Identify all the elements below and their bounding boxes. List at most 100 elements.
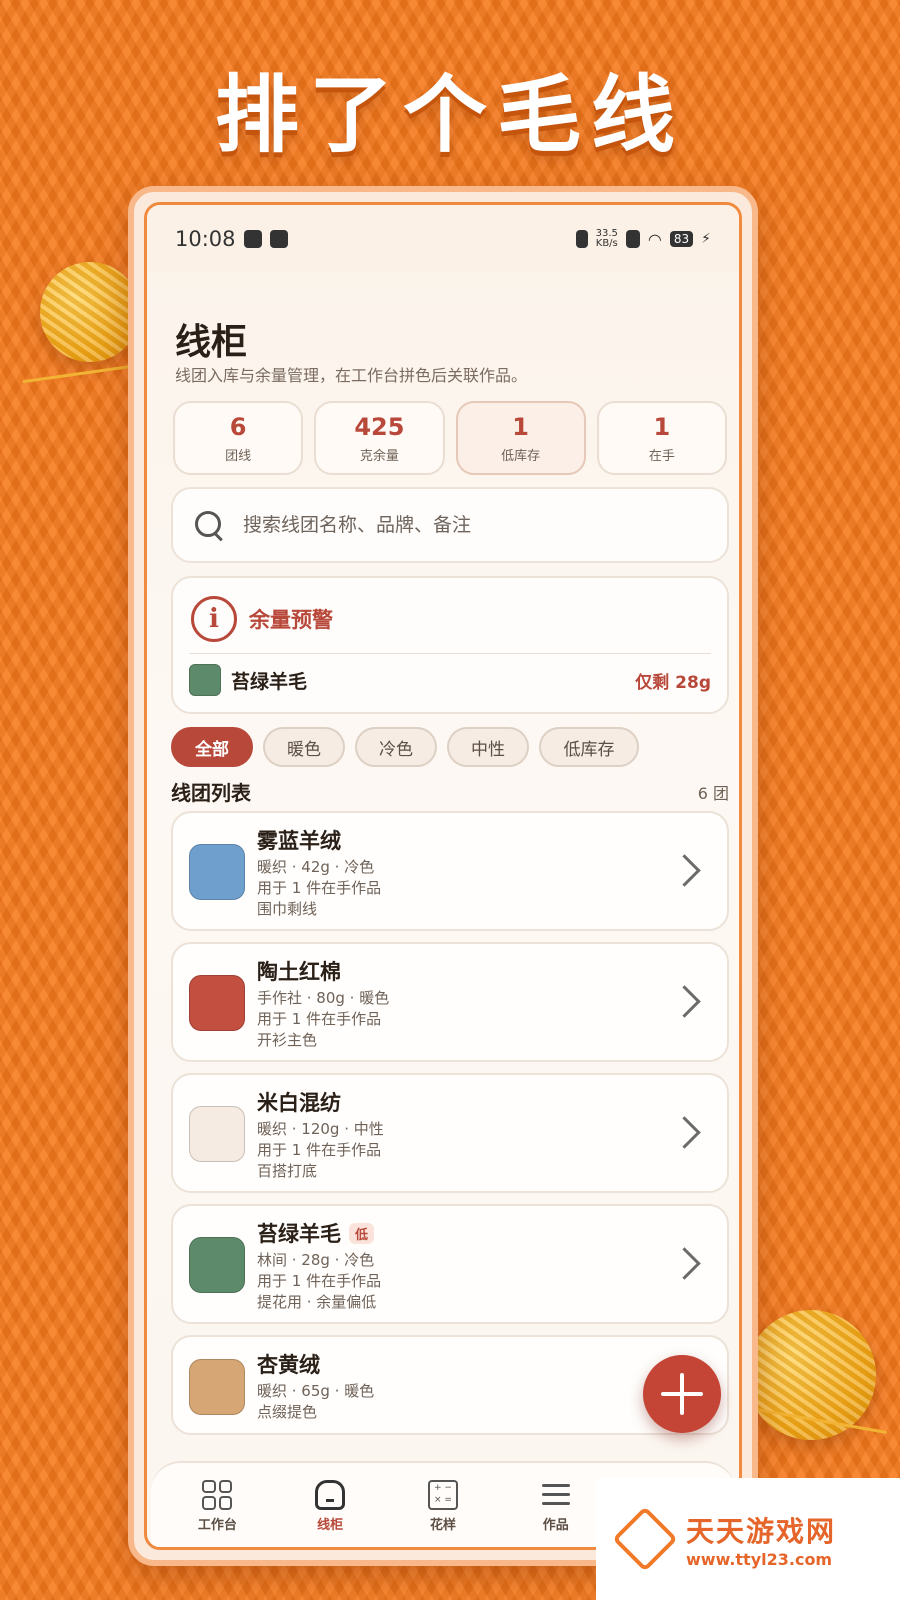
- filter-chip-all[interactable]: 全部: [171, 727, 253, 767]
- phone-frame: 10:08 33.5 KB/s ◠ 83 ⚡ 线柜 线团入库与余量管理，在工作台…: [128, 186, 758, 1566]
- alert-title: 余量预警: [249, 608, 333, 632]
- yarn-name: 杏黄绒: [257, 1353, 320, 1377]
- nav-item-yarn-cabinet[interactable]: 线柜: [280, 1479, 380, 1533]
- color-swatch: [189, 1237, 245, 1293]
- stat-label: 克余量: [359, 448, 399, 464]
- chevron-right-icon[interactable]: [673, 986, 701, 1014]
- watermark-url: www.ttyl23.com: [686, 1549, 833, 1569]
- nav-item-works[interactable]: 作品: [506, 1480, 606, 1533]
- network-speed-unit: KB/s: [595, 238, 618, 249]
- chevron-right-icon[interactable]: [673, 1248, 701, 1276]
- yarn-card[interactable]: 雾蓝羊绒 暖织 · 42g · 冷色 用于 1 件在手作品 围巾剩线: [171, 811, 729, 931]
- yarn-name: 米白混纺: [257, 1091, 341, 1115]
- yarn-ball-decoration-left: [40, 262, 140, 362]
- calculator-icon: + − × =: [427, 1479, 458, 1510]
- divider: [189, 653, 711, 654]
- stat-value: 425: [354, 412, 405, 441]
- sim-off-icon: [625, 230, 640, 248]
- color-swatch: [189, 664, 221, 696]
- search-icon: [193, 509, 225, 541]
- yarn-note: 围巾剩线: [257, 900, 318, 918]
- headline: 排了个毛线: [214, 66, 685, 164]
- app-notification-icon: [269, 230, 288, 248]
- yarn-card[interactable]: 米白混纺 暖织 · 120g · 中性 用于 1 件在手作品 百搭打底: [171, 1073, 729, 1193]
- yarn-meta: 林间 · 28g · 冷色: [257, 1251, 375, 1269]
- yarn-usage: 用于 1 件在手作品: [257, 1141, 382, 1159]
- low-stock-badge: 低: [349, 1222, 375, 1244]
- filter-chip-cool[interactable]: 冷色: [355, 727, 437, 767]
- nav-label: 线柜: [317, 1517, 344, 1533]
- nav-label: 工作台: [197, 1517, 237, 1533]
- status-bar: 10:08 33.5 KB/s ◠ 83 ⚡: [147, 205, 739, 273]
- stat-card-grams-remaining[interactable]: 425 克余量: [314, 401, 445, 475]
- filter-chips: 全部 暖色 冷色 中性 低库存: [171, 727, 639, 767]
- battery-icon: 83: [669, 231, 694, 247]
- color-swatch: [189, 1106, 245, 1162]
- list-header: 线团列表 6 团: [171, 777, 729, 806]
- search-bar[interactable]: [171, 487, 729, 563]
- yarn-usage: 用于 1 件在手作品: [257, 879, 382, 897]
- stat-card-yarn-count[interactable]: 6 团线: [173, 401, 304, 475]
- home-icon: [315, 1479, 346, 1510]
- stat-label: 低库存: [501, 448, 541, 464]
- grid-icon: [202, 1479, 233, 1510]
- yarn-name: 苔绿羊毛: [257, 1222, 341, 1246]
- nav-item-patterns[interactable]: + − × = 花样: [393, 1479, 493, 1533]
- nav-label: 花样: [429, 1517, 456, 1533]
- yarn-usage: 用于 1 件在手作品: [257, 1272, 382, 1290]
- yarn-meta: 暖织 · 120g · 中性: [257, 1120, 384, 1138]
- stats-row: 6 团线 425 克余量 1 低库存 1 在手: [173, 401, 727, 475]
- filter-chip-warm[interactable]: 暖色: [263, 727, 345, 767]
- yarn-tail-left: [22, 363, 140, 384]
- yarn-list: 雾蓝羊绒 暖织 · 42g · 冷色 用于 1 件在手作品 围巾剩线 陶土红棉 …: [171, 811, 729, 1446]
- info-icon: i: [191, 596, 237, 642]
- yarn-meta: 暖织 · 65g · 暖色: [257, 1382, 375, 1400]
- charging-icon: ⚡: [701, 231, 711, 247]
- chevron-right-icon[interactable]: [673, 855, 701, 883]
- nav-label: 作品: [542, 1517, 569, 1533]
- yarn-card[interactable]: 苔绿羊毛 低 林间 · 28g · 冷色 用于 1 件在手作品 提花用 · 余量…: [171, 1204, 729, 1324]
- stat-card-low-stock[interactable]: 1 低库存: [455, 401, 586, 475]
- status-time: 10:08: [175, 227, 236, 251]
- stat-card-in-hand[interactable]: 1 在手: [596, 401, 727, 475]
- stock-alert-card: i 余量预警 苔绿羊毛 仅剩 28g: [171, 576, 729, 714]
- yarn-meta: 暖织 · 42g · 冷色: [257, 858, 375, 876]
- stat-label: 在手: [648, 448, 675, 464]
- vibrate-icon: [575, 230, 588, 248]
- color-swatch: [189, 1359, 245, 1415]
- stat-value: 1: [512, 412, 529, 441]
- page-subtitle: 线团入库与余量管理，在工作台拼色后关联作品。: [175, 366, 528, 385]
- list-title: 线团列表: [171, 781, 251, 805]
- alert-yarn-row[interactable]: 苔绿羊毛 仅剩 28g: [189, 662, 711, 698]
- watermark-name: 天天游戏网: [686, 1514, 837, 1548]
- yarn-note: 开衫主色: [257, 1031, 318, 1049]
- chevron-right-icon[interactable]: [673, 1117, 701, 1145]
- page-title: 线柜: [175, 322, 248, 363]
- mail-icon: [243, 230, 262, 248]
- nav-item-workbench[interactable]: 工作台: [167, 1479, 267, 1533]
- yarn-name: 雾蓝羊绒: [257, 829, 341, 853]
- yarn-usage: 用于 1 件在手作品: [257, 1010, 382, 1028]
- alert-remaining: 仅剩 28g: [635, 672, 711, 693]
- yarn-note: 点缀提色: [257, 1403, 318, 1421]
- app-screen: 10:08 33.5 KB/s ◠ 83 ⚡ 线柜 线团入库与余量管理，在工作台…: [144, 202, 742, 1550]
- yarn-note: 提花用 · 余量偏低: [257, 1293, 377, 1311]
- color-swatch: [189, 844, 245, 900]
- color-swatch: [189, 975, 245, 1031]
- list-icon: [541, 1480, 571, 1510]
- stat-label: 团线: [225, 448, 252, 464]
- watermark-logo-icon: [612, 1506, 678, 1572]
- list-count: 6 团: [697, 783, 729, 803]
- yarn-note: 百搭打底: [257, 1162, 318, 1180]
- network-speed: 33.5 KB/s: [596, 229, 618, 249]
- yarn-meta: 手作社 · 80g · 暖色: [257, 989, 390, 1007]
- stat-value: 6: [229, 412, 247, 441]
- stat-value: 1: [653, 412, 671, 441]
- filter-chip-neutral[interactable]: 中性: [447, 727, 529, 767]
- add-yarn-button[interactable]: [643, 1355, 721, 1433]
- search-input[interactable]: [243, 514, 683, 536]
- wifi-icon: ◠: [647, 229, 662, 249]
- filter-chip-low-stock[interactable]: 低库存: [539, 727, 639, 767]
- watermark: 天天游戏网 www.ttyl23.com: [596, 1478, 900, 1600]
- yarn-card[interactable]: 陶土红棉 手作社 · 80g · 暖色 用于 1 件在手作品 开衫主色: [171, 942, 729, 1062]
